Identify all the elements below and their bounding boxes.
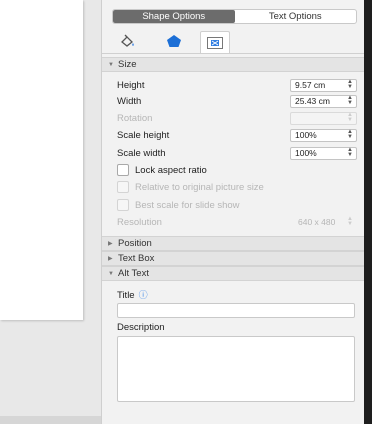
width-field[interactable]: 25.43 cm ▲ ▼: [290, 94, 357, 108]
rotation-row: Rotation ▲ ▼: [117, 111, 357, 125]
lock-aspect-label: Lock aspect ratio: [135, 164, 207, 176]
height-stepper-icon[interactable]: ▲ ▼: [347, 79, 353, 90]
chevron-right-icon: ▶: [108, 241, 113, 247]
best-scale-row: Best scale for slide show: [117, 198, 240, 212]
fill-line-icon: [121, 34, 134, 47]
alt-description-textarea[interactable]: [117, 336, 355, 402]
effects-icon: [167, 35, 181, 47]
alt-description-label: Description: [117, 322, 165, 333]
alt-title-label: Title: [117, 290, 135, 301]
scale-height-label: Scale height: [117, 129, 170, 141]
scale-height-value: 100%: [295, 130, 317, 140]
alt-title-input[interactable]: [117, 303, 355, 318]
scale-width-label: Scale width: [117, 147, 166, 159]
rotation-stepper-icon: ▲ ▼: [347, 112, 353, 123]
tab-shape-options[interactable]: Shape Options: [113, 10, 235, 23]
size-properties-icon: [207, 36, 223, 49]
rotation-field: ▲ ▼: [290, 111, 357, 125]
scale-height-row: Scale height 100% ▲ ▼: [117, 128, 357, 142]
section-alt-text-header[interactable]: ▼ Alt Text: [102, 266, 364, 281]
resolution-stepper-icon: ▲ ▼: [347, 216, 353, 227]
resolution-select: 640 x 480 ▲ ▼: [258, 216, 357, 227]
width-stepper-icon[interactable]: ▲ ▼: [347, 95, 353, 106]
section-position-label: Position: [118, 238, 152, 249]
relative-original-label: Relative to original picture size: [135, 181, 264, 193]
width-value: 25.43 cm: [295, 96, 330, 106]
section-size-header[interactable]: ▼ Size: [102, 57, 364, 72]
alt-title-label-row: Title ⓘ: [117, 288, 148, 301]
window-edge: [364, 0, 372, 424]
relative-original-row: Relative to original picture size: [117, 180, 264, 194]
rotation-label: Rotation: [117, 112, 153, 124]
resolution-row: Resolution 640 x 480 ▲ ▼: [117, 215, 357, 229]
section-alt-text-label: Alt Text: [118, 268, 149, 279]
scale-width-value: 100%: [295, 148, 317, 158]
resolution-value: 640 x 480: [298, 217, 336, 227]
section-size-label: Size: [118, 59, 137, 70]
slide-canvas-area: [0, 0, 101, 424]
lock-aspect-row[interactable]: Lock aspect ratio: [117, 163, 207, 177]
height-row: Height 9.57 cm ▲ ▼: [117, 78, 357, 92]
scale-height-stepper-icon[interactable]: ▲ ▼: [347, 129, 353, 140]
tab-divider: [102, 53, 364, 54]
scale-width-row: Scale width 100% ▲ ▼: [117, 146, 357, 160]
options-segmented-control: Shape Options Text Options: [112, 9, 357, 24]
icon-tab-row: [112, 31, 355, 53]
lock-aspect-checkbox[interactable]: [117, 164, 129, 176]
status-strip: [0, 416, 101, 424]
scale-width-field[interactable]: 100% ▲ ▼: [290, 146, 357, 160]
chevron-down-icon: ▼: [108, 61, 114, 68]
tab-effects[interactable]: [160, 31, 188, 51]
chevron-down-icon: ▼: [108, 270, 114, 277]
chevron-right-icon: ▶: [108, 256, 113, 262]
resolution-label: Resolution: [117, 216, 162, 228]
scale-height-field[interactable]: 100% ▲ ▼: [290, 128, 357, 142]
section-position-header[interactable]: ▶ Position: [102, 236, 364, 251]
section-text-box-label: Text Box: [118, 253, 155, 264]
section-text-box-header[interactable]: ▶ Text Box: [102, 251, 364, 266]
info-icon[interactable]: ⓘ: [139, 290, 148, 300]
width-row: Width 25.43 cm ▲ ▼: [117, 94, 357, 108]
tab-text-options[interactable]: Text Options: [235, 10, 357, 23]
scale-width-stepper-icon[interactable]: ▲ ▼: [347, 147, 353, 158]
slide-thumbnail[interactable]: [0, 0, 83, 320]
format-picture-pane: Shape Options Text Options ▼ Size Height…: [101, 0, 364, 424]
height-label: Height: [117, 79, 145, 91]
relative-original-checkbox: [117, 181, 129, 193]
tab-fill-line[interactable]: [114, 31, 142, 51]
width-label: Width: [117, 95, 142, 107]
height-field[interactable]: 9.57 cm ▲ ▼: [290, 78, 357, 92]
best-scale-label: Best scale for slide show: [135, 199, 240, 211]
height-value: 9.57 cm: [295, 80, 326, 90]
tab-size-properties[interactable]: [200, 31, 230, 53]
best-scale-checkbox: [117, 199, 129, 211]
